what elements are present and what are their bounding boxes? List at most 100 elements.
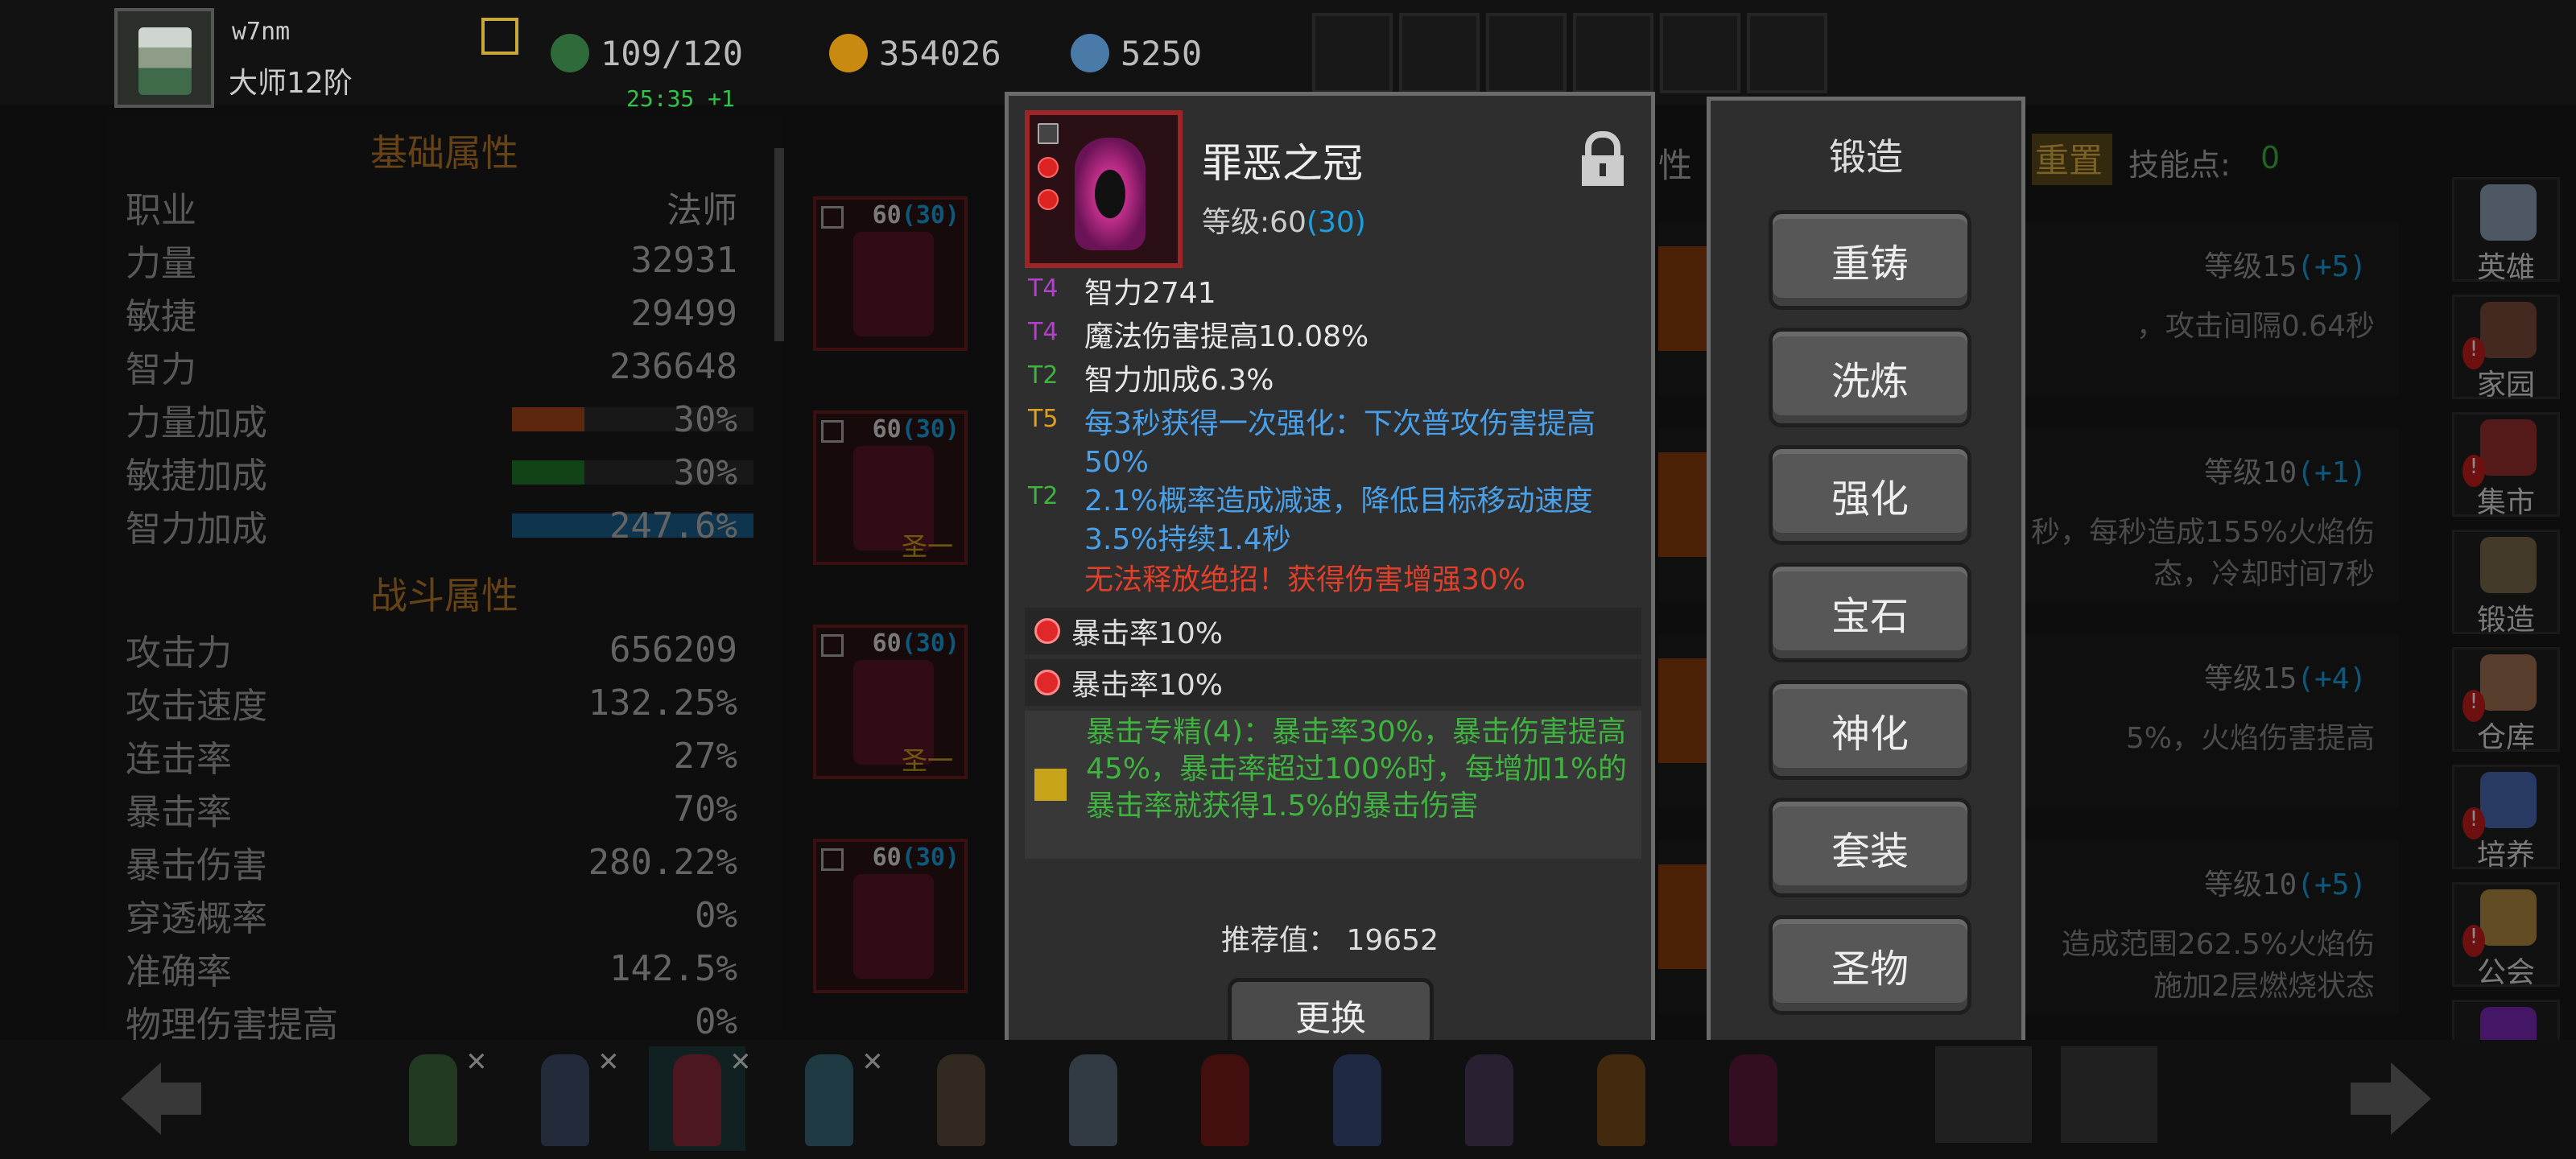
alert-icon: ! bbox=[2462, 337, 2485, 369]
equipment-slot[interactable]: 60(30) bbox=[813, 839, 968, 993]
forge-button[interactable]: 洗炼 bbox=[1769, 328, 1971, 427]
forge-button[interactable]: 重铸 bbox=[1769, 210, 1971, 310]
item-icon bbox=[1025, 110, 1183, 268]
energy-timer: 25:35 +1 bbox=[626, 85, 735, 112]
hero-5[interactable] bbox=[913, 1046, 1009, 1151]
hero-11[interactable] bbox=[1705, 1046, 1802, 1151]
arrow-right-icon[interactable] bbox=[2343, 1054, 2439, 1143]
set-bonus-text: 暴击专精(4)：暴击率30%，暴击伤害提高45%，暴击率超过100%时，每增加1… bbox=[1086, 716, 1628, 823]
slot-level: 60(30) bbox=[872, 843, 960, 872]
hero-warrior[interactable]: ✕ bbox=[781, 1041, 882, 1151]
mail-icon[interactable] bbox=[1399, 13, 1480, 93]
lock-icon[interactable] bbox=[1579, 131, 1627, 188]
firework-icon[interactable] bbox=[1747, 13, 1827, 93]
edit-icon[interactable] bbox=[481, 18, 518, 55]
hero-9[interactable] bbox=[1441, 1046, 1538, 1151]
stats-scrollbar[interactable] bbox=[774, 148, 784, 341]
forge-button[interactable]: 神化 bbox=[1769, 680, 1971, 780]
skill-level: 等级10(+5) bbox=[2203, 868, 2367, 901]
gamepad-icon[interactable] bbox=[1486, 13, 1567, 93]
close-icon[interactable]: ✕ bbox=[467, 1041, 486, 1079]
item-affix: T4 魔法伤害提高10.08% bbox=[1028, 318, 1369, 353]
equipment-slot[interactable]: 60(30) bbox=[813, 196, 968, 351]
close-icon[interactable]: ✕ bbox=[863, 1041, 882, 1079]
nav-helmet[interactable]: 英雄 bbox=[2452, 177, 2560, 284]
item-affix: T4 智力2741 bbox=[1028, 274, 1216, 310]
energy-value: 109/120 bbox=[601, 33, 744, 73]
item-affix: T2 智力加成6.3% bbox=[1028, 361, 1274, 397]
stats-panel: 基础属性 职业 法师 力量 32931 敏捷 29499 智力 236648 力量加成 30… bbox=[106, 113, 784, 1046]
red-gem-icon bbox=[1034, 618, 1060, 644]
nav-lion[interactable]: 公会! bbox=[2452, 882, 2560, 989]
forge-button[interactable]: 宝石 bbox=[1769, 563, 1971, 662]
nav-storage[interactable]: 仓库! bbox=[2452, 647, 2560, 754]
combat-stat-row: 暴击伤害 280.22% bbox=[126, 841, 737, 887]
item-level: 等级:60(30) bbox=[1202, 206, 1366, 239]
gold-counter: 354026 bbox=[829, 29, 1001, 77]
slot-tag: 圣一 bbox=[902, 745, 954, 776]
item-detail-popup: 罪恶之冠 等级:60(30) T4 智力2741 T4 魔法伤害提高10.08% T2 智… bbox=[1005, 92, 1655, 1066]
combat-stat-row: 暴击率 70% bbox=[126, 788, 737, 834]
skill-level: 等级15(+4) bbox=[2203, 662, 2367, 695]
storage-icon bbox=[2480, 654, 2537, 711]
combat-stat-row: 连击率 27% bbox=[126, 735, 737, 781]
tab-reset[interactable]: 重置 bbox=[2032, 134, 2112, 185]
alert-icon: ! bbox=[2462, 925, 2485, 957]
hero-6[interactable] bbox=[1045, 1046, 1141, 1151]
hero-archer[interactable]: ✕ bbox=[385, 1041, 486, 1151]
hero-8[interactable] bbox=[1309, 1046, 1406, 1151]
energy-counter: 109/120 bbox=[551, 29, 743, 77]
nav-shop[interactable]: 集市! bbox=[2452, 412, 2560, 519]
slot-level: 60(30) bbox=[872, 629, 960, 658]
anvil-icon bbox=[2480, 537, 2537, 593]
gear-icon[interactable] bbox=[1573, 13, 1653, 93]
set-book-icon bbox=[1034, 769, 1067, 801]
combat-stat-row: 穿透概率 0% bbox=[126, 894, 737, 940]
tab-attributes[interactable]: 性 bbox=[1658, 138, 1692, 188]
close-icon[interactable]: ✕ bbox=[599, 1041, 618, 1079]
slot-tag: 圣一 bbox=[902, 531, 954, 562]
forge-button[interactable]: 套装 bbox=[1769, 798, 1971, 897]
item-affix: 无法释放绝招！获得伤害增强30% bbox=[1084, 563, 1526, 596]
hero-7[interactable] bbox=[1177, 1046, 1274, 1151]
skill-level: 等级10(+1) bbox=[2203, 456, 2367, 489]
castle-icon bbox=[2480, 302, 2537, 358]
slot-level: 60(30) bbox=[872, 415, 960, 443]
stat-bonus-row: 敏捷加成 30% bbox=[126, 448, 753, 497]
combat-stat-row: 物理伤害提高 0% bbox=[126, 1000, 737, 1046]
recommend-value: 推荐值： 19652 bbox=[1221, 924, 1439, 957]
arrow-left-icon[interactable] bbox=[113, 1054, 209, 1143]
equipment-slot[interactable]: 60(30) 圣一 bbox=[813, 410, 968, 565]
slot-level: 60(30) bbox=[872, 201, 960, 229]
nav-castle[interactable]: 家园! bbox=[2452, 295, 2560, 402]
energy-icon bbox=[551, 34, 589, 72]
close-icon[interactable]: ✕ bbox=[731, 1041, 750, 1079]
hero-swordsman[interactable]: ✕ bbox=[517, 1041, 618, 1151]
hero-10[interactable] bbox=[1573, 1046, 1670, 1151]
helmet-icon bbox=[2480, 184, 2537, 241]
player-avatar[interactable] bbox=[114, 8, 214, 108]
nav-anvil[interactable]: 锻造 bbox=[2452, 530, 2560, 637]
trophy-icon bbox=[2480, 772, 2537, 828]
item-affix: T2 2.1%概率造成减速，降低目标移动速度3.5%持续1.4秒 bbox=[1028, 482, 1593, 556]
crown-icon bbox=[1075, 138, 1146, 250]
shop-icon bbox=[2480, 419, 2537, 476]
color-wheel-icon[interactable] bbox=[1660, 13, 1740, 93]
skill-level: 等级15(+5) bbox=[2203, 250, 2367, 283]
stat-row: 智力 236648 bbox=[126, 345, 737, 391]
item-affix: T5 每3秒获得一次强化：下次普攻伤害提高50% bbox=[1028, 405, 1596, 479]
hero-mage[interactable]: ✕ bbox=[649, 1041, 750, 1151]
forge-button[interactable]: 圣物 bbox=[1769, 915, 1971, 1015]
forge-button[interactable]: 强化 bbox=[1769, 445, 1971, 545]
gem-value: 5250 bbox=[1121, 33, 1203, 73]
locked-hero-slot[interactable] bbox=[2061, 1046, 2157, 1143]
locked-hero-slot[interactable] bbox=[1935, 1046, 2032, 1143]
equipment-icon bbox=[853, 874, 934, 979]
nav-trophy[interactable]: 培养! bbox=[2452, 765, 2560, 872]
gem-counter: 5250 bbox=[1071, 29, 1202, 77]
gold-coin-icon bbox=[829, 34, 868, 72]
stat-bonus-row: 智力加成 247.6% bbox=[126, 501, 753, 551]
equipment-slot[interactable]: 60(30) 圣一 bbox=[813, 625, 968, 779]
player-name: w7nm bbox=[232, 18, 291, 46]
cart-icon[interactable] bbox=[1312, 13, 1393, 93]
